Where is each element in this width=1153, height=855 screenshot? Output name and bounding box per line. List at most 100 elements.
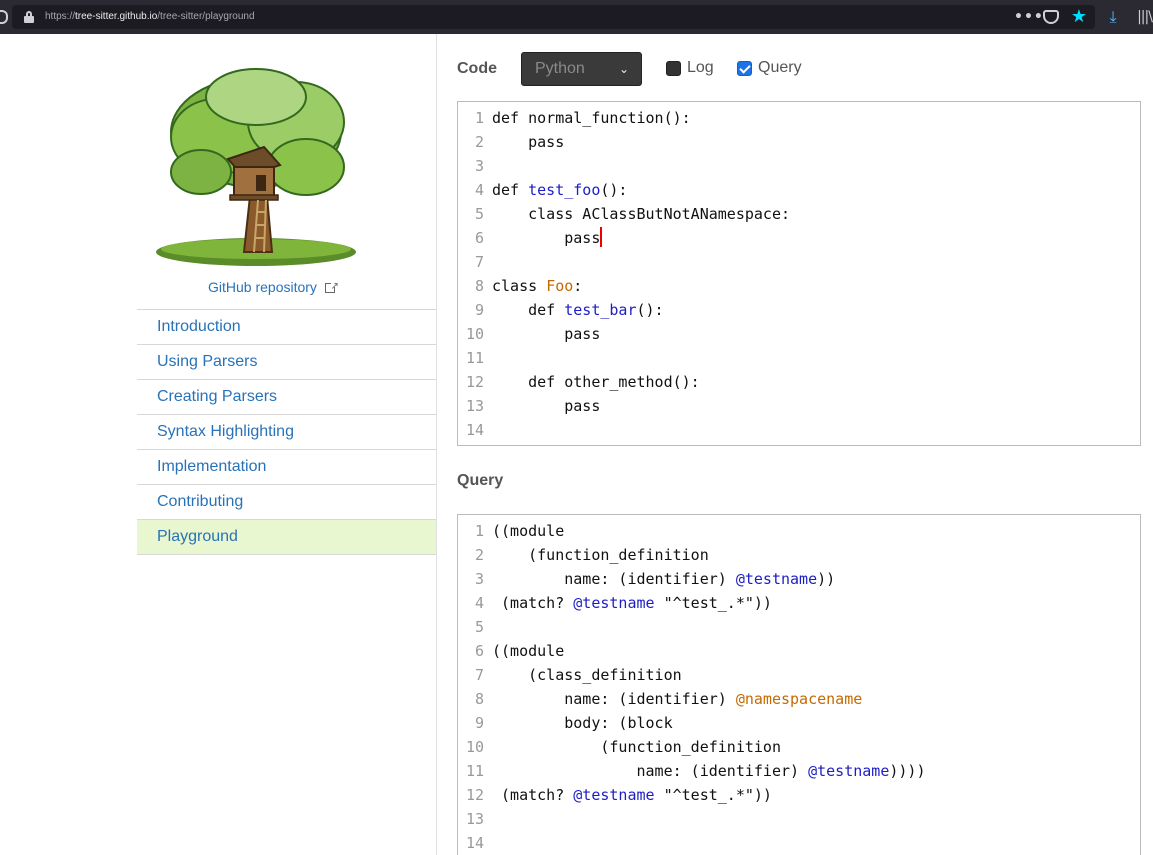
code-token: (class_definition xyxy=(492,666,682,684)
query-checkbox-box[interactable] xyxy=(737,60,752,76)
code-line[interactable]: 12 (match? @testname "^test_.*")) xyxy=(458,783,1140,807)
code-line[interactable]: 14 xyxy=(458,831,1140,855)
code-line[interactable]: 1 ((module xyxy=(458,519,1140,543)
sidebar-item-contributing[interactable]: Contributing xyxy=(137,485,436,520)
line-text[interactable]: def other_method(): xyxy=(492,370,700,394)
tree-sitter-logo xyxy=(156,68,356,266)
line-text[interactable]: class Foo: xyxy=(492,274,582,298)
line-number: 12 xyxy=(465,373,484,391)
line-text[interactable]: (function_definition xyxy=(492,735,781,759)
code-line[interactable]: 11 xyxy=(458,346,1140,370)
code-token: (match? xyxy=(492,594,574,612)
code-line[interactable]: 3 xyxy=(458,154,1140,178)
url-bar[interactable]: https://tree-sitter.github.io/tree-sitte… xyxy=(12,5,1095,29)
code-line[interactable]: 5 class AClassButNotANamespace: xyxy=(458,202,1140,226)
line-number: 7 xyxy=(474,666,484,684)
line-text[interactable]: ((module xyxy=(492,519,564,543)
shield-icon[interactable] xyxy=(0,10,8,24)
code-token: class xyxy=(492,277,547,295)
code-token: : xyxy=(573,277,583,295)
code-line[interactable]: 6 ((module xyxy=(458,639,1140,663)
more-icon[interactable]: ••• xyxy=(1014,8,1043,26)
line-text[interactable]: def test_bar(): xyxy=(492,298,664,322)
line-number: 13 xyxy=(465,810,484,828)
query-editor[interactable]: 1 ((module 2 (function_definition 3 name: (… xyxy=(457,514,1141,855)
line-text[interactable]: (match? @testname "^test_.*")) xyxy=(492,591,772,615)
code-line[interactable]: 14 xyxy=(458,418,1140,442)
code-line[interactable]: 13 pass xyxy=(458,394,1140,418)
code-line[interactable]: 10 pass xyxy=(458,322,1140,346)
playground-main: Code Python ⌄ Log Query 1 def normal_func… xyxy=(437,34,1153,855)
line-number: 1 xyxy=(474,109,484,127)
line-number: 3 xyxy=(474,157,484,175)
code-line[interactable]: 2 pass xyxy=(458,130,1140,154)
sidebar-item-using-parsers[interactable]: Using Parsers xyxy=(137,345,436,380)
library-icon[interactable]: |||\ xyxy=(1136,8,1153,26)
code-line[interactable]: 4 def test_foo(): xyxy=(458,178,1140,202)
line-text[interactable]: ((module xyxy=(492,639,564,663)
code-line[interactable]: 10 (function_definition xyxy=(458,735,1140,759)
code-line[interactable]: 11 name: (identifier) @testname)))) xyxy=(458,759,1140,783)
code-token: ((module xyxy=(492,642,565,660)
line-text[interactable]: (function_definition xyxy=(492,543,709,567)
sidebar-item-introduction[interactable]: Introduction xyxy=(137,310,436,345)
line-number: 12 xyxy=(465,786,484,804)
line-text[interactable]: body: (block xyxy=(492,711,673,735)
code-line[interactable]: 2 (function_definition xyxy=(458,543,1140,567)
line-text[interactable]: name: (identifier) @namespacename xyxy=(492,687,862,711)
log-checkbox-label: Log xyxy=(687,59,714,76)
download-icon[interactable]: ⤓ xyxy=(1104,8,1122,26)
line-number: 10 xyxy=(465,738,484,756)
language-select[interactable]: Python ⌄ xyxy=(521,52,642,86)
line-text[interactable]: class AClassButNotANamespace: xyxy=(492,202,790,226)
code-line[interactable]: 6 pass xyxy=(458,226,1140,250)
line-text[interactable]: def test_foo(): xyxy=(492,178,627,202)
github-repository-link[interactable]: GitHub repository xyxy=(208,277,339,297)
sidebar-item-syntax-highlighting[interactable]: Syntax Highlighting xyxy=(137,415,436,450)
code-line[interactable]: 4 (match? @testname "^test_.*")) xyxy=(458,591,1140,615)
code-token: name: (identifier) xyxy=(492,762,809,780)
sidebar-item-implementation[interactable]: Implementation xyxy=(137,450,436,485)
line-text[interactable]: pass xyxy=(492,130,564,154)
line-text[interactable]: (match? @testname "^test_.*")) xyxy=(492,783,772,807)
line-text[interactable]: pass xyxy=(492,226,603,250)
line-number: 11 xyxy=(465,762,484,780)
code-editor[interactable]: 1 def normal_function(): 2 pass 3 4 def test_… xyxy=(457,101,1141,446)
code-line[interactable]: 9 def test_bar(): xyxy=(458,298,1140,322)
code-line[interactable]: 8 class Foo: xyxy=(458,274,1140,298)
code-line[interactable]: 3 name: (identifier) @testname)) xyxy=(458,567,1140,591)
code-token: )))) xyxy=(889,762,926,780)
code-line[interactable]: 8 name: (identifier) @namespacename xyxy=(458,687,1140,711)
line-text[interactable]: pass xyxy=(492,394,600,418)
line-text[interactable]: (class_definition xyxy=(492,663,682,687)
line-text[interactable]: pass xyxy=(492,322,600,346)
lock-icon[interactable] xyxy=(24,11,34,23)
code-token: def xyxy=(492,301,565,319)
log-checkbox[interactable]: Log xyxy=(666,59,714,77)
sidebar-item-playground[interactable]: Playground xyxy=(137,520,436,555)
code-line[interactable]: 5 xyxy=(458,615,1140,639)
line-number: 3 xyxy=(474,570,484,588)
line-text[interactable]: def normal_function(): xyxy=(492,106,691,130)
code-line[interactable]: 7 (class_definition xyxy=(458,663,1140,687)
github-repository-label[interactable]: GitHub repository xyxy=(208,279,317,295)
line-text[interactable]: name: (identifier) @testname)))) xyxy=(492,759,925,783)
line-number: 4 xyxy=(474,181,484,199)
code-token: Foo xyxy=(546,277,574,295)
url-text[interactable]: https://tree-sitter.github.io/tree-sitte… xyxy=(45,9,255,25)
line-number: 9 xyxy=(474,301,484,319)
code-line[interactable]: 9 body: (block xyxy=(458,711,1140,735)
code-token: (): xyxy=(636,301,664,319)
line-text[interactable]: name: (identifier) @testname)) xyxy=(492,567,835,591)
code-line[interactable]: 1 def normal_function(): xyxy=(458,106,1140,130)
line-number: 8 xyxy=(474,690,484,708)
code-line[interactable]: 12 def other_method(): xyxy=(458,370,1140,394)
sidebar-item-creating-parsers[interactable]: Creating Parsers xyxy=(137,380,436,415)
log-checkbox-box[interactable] xyxy=(666,60,681,76)
query-checkbox[interactable]: Query xyxy=(737,59,802,77)
code-token: body: (block xyxy=(492,714,673,732)
line-number: 6 xyxy=(474,642,484,660)
bookmark-star-icon[interactable]: ★ xyxy=(1069,8,1089,26)
code-line[interactable]: 7 xyxy=(458,250,1140,274)
code-line[interactable]: 13 xyxy=(458,807,1140,831)
